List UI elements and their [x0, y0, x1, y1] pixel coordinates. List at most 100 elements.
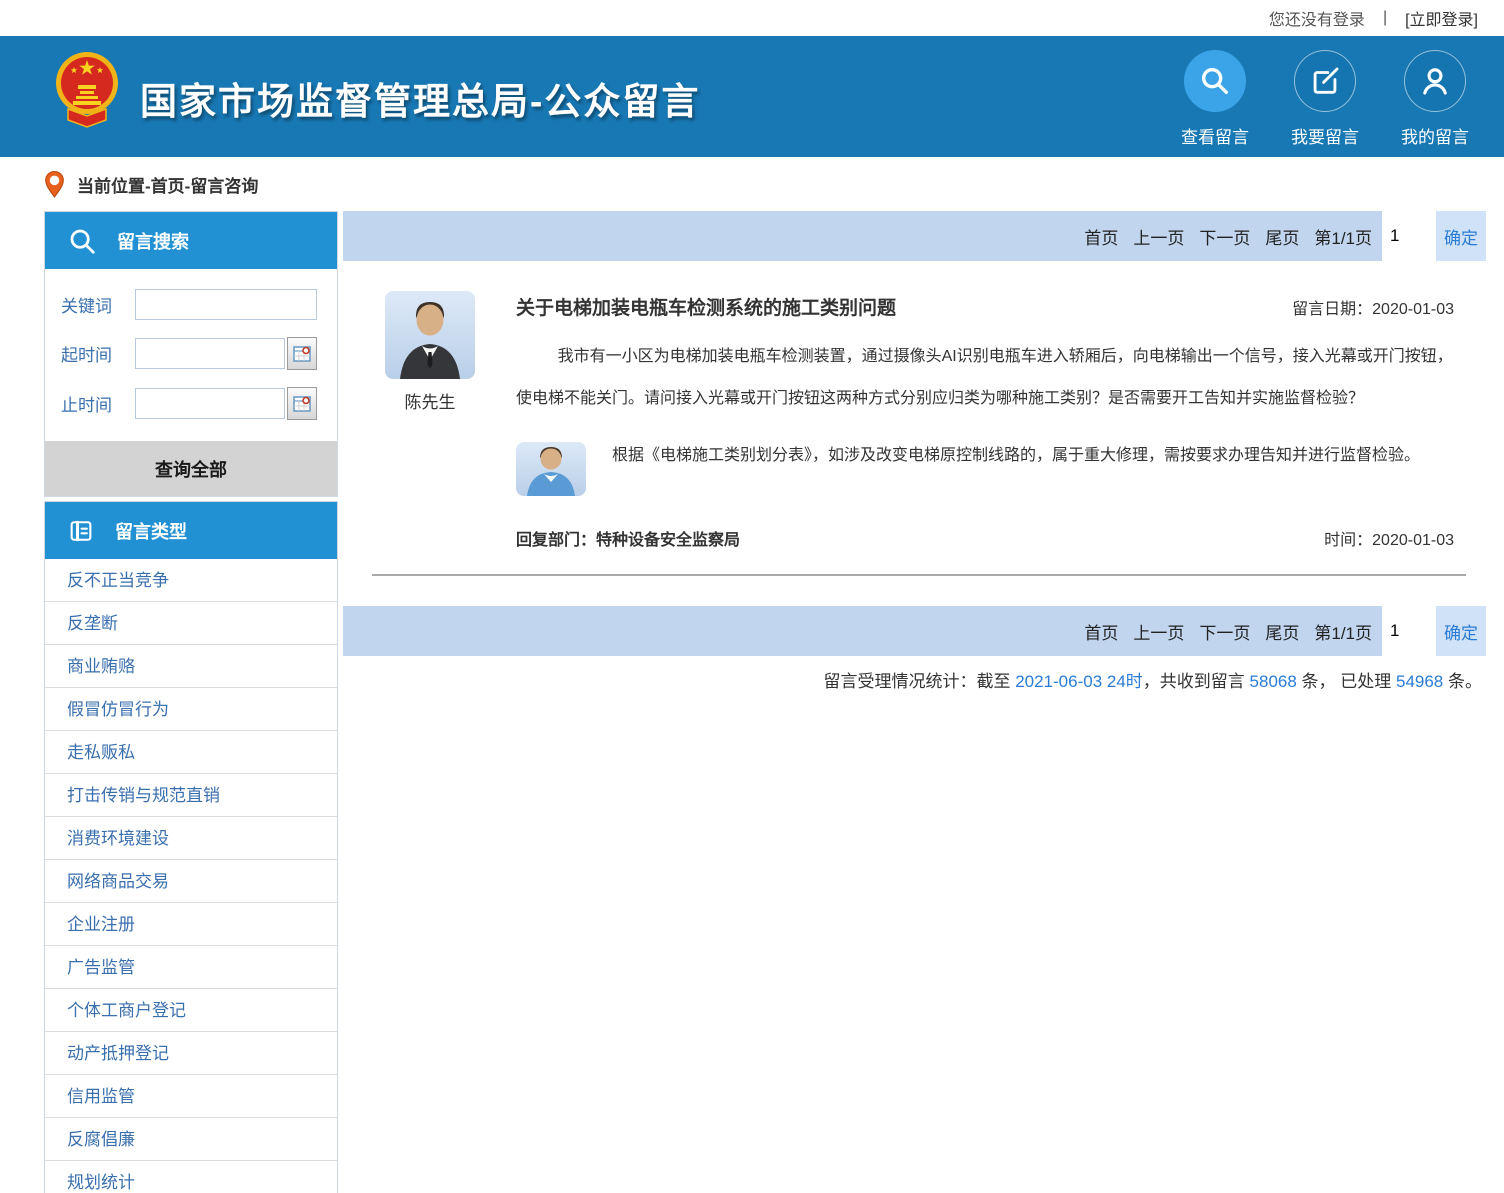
type-item[interactable]: 广告监管 — [45, 946, 337, 989]
national-emblem-logo — [54, 47, 120, 129]
calendar-icon — [292, 394, 312, 414]
nav-view-messages-label: 查看留言 — [1181, 123, 1249, 148]
reply-row: 根据《电梯施工类别划分表》，如涉及改变电梯原控制线路的，属于重大修理，需按要求办… — [516, 442, 1454, 496]
compose-icon — [1294, 50, 1356, 112]
stats-mid1: ，共收到留言 — [1143, 672, 1250, 691]
stats-processed-count: 54968 — [1396, 672, 1443, 691]
reply-department: 回复部门：特种设备安全监察局 — [516, 526, 740, 550]
type-item[interactable]: 企业注册 — [45, 903, 337, 946]
message-title-row: 关于电梯加装电瓶车检测系统的施工类别问题 留言日期：2020-01-03 — [516, 293, 1454, 320]
type-item[interactable]: 反垄断 — [45, 602, 337, 645]
start-time-label: 起时间 — [61, 341, 135, 366]
pagination-confirm-button[interactable]: 确定 — [1436, 211, 1486, 261]
top-login-bar: 您还没有登录 | [立即登录] — [0, 0, 1504, 36]
type-item[interactable]: 个体工商户登记 — [45, 989, 337, 1032]
search-form: 关键词 起时间 — [45, 269, 337, 441]
type-item[interactable]: 消费环境建设 — [45, 817, 337, 860]
author-name: 陈先生 — [372, 388, 488, 413]
user-icon — [1404, 50, 1466, 112]
query-all-button[interactable]: 查询全部 — [45, 441, 337, 496]
pagination-page-info: 第1/1页 — [1314, 224, 1372, 249]
end-time-input[interactable] — [135, 388, 285, 419]
login-now-link[interactable]: [立即登录] — [1405, 6, 1478, 30]
pagination-prev-link[interactable]: 上一页 — [1133, 224, 1184, 249]
message-main: 关于电梯加装电瓶车检测系统的施工类别问题 留言日期：2020-01-03 我市有… — [488, 291, 1466, 574]
page-number-input[interactable] — [1382, 606, 1426, 656]
header-nav: 查看留言 我要留言 我的留言 — [1182, 50, 1468, 148]
spacer — [343, 576, 1486, 606]
start-time-calendar-button[interactable] — [287, 337, 317, 370]
type-item[interactable]: 反不正当竞争 — [45, 559, 337, 602]
reply-avatar — [516, 442, 586, 496]
type-item[interactable]: 假冒仿冒行为 — [45, 688, 337, 731]
reply-department-value: 特种设备安全监察局 — [596, 532, 740, 549]
pagination-bottom: 首页 上一页 下一页 尾页 第1/1页 确定 — [343, 606, 1486, 656]
type-item[interactable]: 打击传销与规范直销 — [45, 774, 337, 817]
pagination-next-link[interactable]: 下一页 — [1199, 619, 1250, 644]
nav-my-messages[interactable]: 我的留言 — [1402, 50, 1468, 148]
message-title: 关于电梯加装电瓶车检测系统的施工类别问题 — [516, 293, 896, 320]
stats-deadline: 2021-06-03 24时 — [1015, 672, 1143, 691]
page-number-input[interactable] — [1382, 211, 1426, 261]
reply-time-label: 时间： — [1324, 532, 1372, 549]
message-types-title: 留言类型 — [115, 518, 187, 544]
pagination-confirm-button[interactable]: 确定 — [1436, 606, 1486, 656]
message-search-title: 留言搜索 — [117, 228, 189, 254]
search-icon — [67, 226, 97, 256]
author-avatar — [385, 291, 475, 379]
message-types-panel: 留言类型 反不正当竞争 反垄断 商业贿赂 假冒仿冒行为 走私贩私 打击传销与规范… — [44, 501, 338, 1193]
start-time-input[interactable] — [135, 338, 285, 369]
message-types-header: 留言类型 — [45, 502, 337, 559]
nav-view-messages[interactable]: 查看留言 — [1182, 50, 1248, 148]
message-body: 我市有一小区为电梯加装电瓶车检测装置，通过摄像头AI识别电瓶车进入轿厢后，向电梯… — [516, 336, 1454, 420]
site-header: 国家市场监督管理总局-公众留言 查看留言 我要留言 — [0, 36, 1504, 157]
stats-line: 留言受理情况统计：截至 2021-06-03 24时，共收到留言 58068 条… — [343, 667, 1486, 692]
reply-time: 时间：2020-01-03 — [1324, 526, 1454, 550]
end-time-calendar-button[interactable] — [287, 387, 317, 420]
reply-text: 根据《电梯施工类别划分表》，如涉及改变电梯原控制线路的，属于重大修理，需按要求办… — [612, 442, 1454, 496]
page-title: 国家市场监督管理总局-公众留言 — [140, 71, 700, 125]
reply-time-value: 2020-01-03 — [1372, 532, 1454, 549]
pagination-last-link[interactable]: 尾页 — [1265, 619, 1299, 644]
message-top: 陈先生 关于电梯加装电瓶车检测系统的施工类别问题 留言日期：2020-01-03… — [372, 291, 1466, 574]
pagination-first-link[interactable]: 首页 — [1084, 619, 1118, 644]
search-icon — [1184, 50, 1246, 112]
stats-received-count: 58068 — [1250, 672, 1297, 691]
type-item[interactable]: 网络商品交易 — [45, 860, 337, 903]
content-layout: 留言搜索 关键词 起时间 — [0, 211, 1504, 1193]
type-item[interactable]: 信用监管 — [45, 1075, 337, 1118]
type-item[interactable]: 规划统计 — [45, 1161, 337, 1193]
keyword-row: 关键词 — [61, 289, 317, 320]
message-date-label: 留言日期： — [1292, 301, 1372, 318]
login-status-text: 您还没有登录 — [1269, 6, 1365, 30]
sidebar: 留言搜索 关键词 起时间 — [44, 211, 338, 1193]
type-item[interactable]: 反腐倡廉 — [45, 1118, 337, 1161]
nav-my-messages-label: 我的留言 — [1401, 123, 1469, 148]
nav-post-message[interactable]: 我要留言 — [1292, 50, 1358, 148]
pagination-prev-link[interactable]: 上一页 — [1133, 619, 1184, 644]
reply-meta-row: 回复部门：特种设备安全监察局 时间：2020-01-03 — [516, 526, 1454, 574]
type-item[interactable]: 商业贿赂 — [45, 645, 337, 688]
pagination-next-link[interactable]: 下一页 — [1199, 224, 1250, 249]
breadcrumb: 当前位置-首页-留言咨询 — [0, 157, 1504, 211]
stats-mid2: 条， 已处理 — [1297, 672, 1396, 691]
start-time-row: 起时间 — [61, 337, 317, 370]
location-pin-icon — [44, 171, 65, 198]
type-item[interactable]: 动产抵押登记 — [45, 1032, 337, 1075]
message-search-header: 留言搜索 — [45, 212, 337, 269]
pagination-links: 首页 上一页 下一页 尾页 第1/1页 — [343, 211, 1382, 261]
message-search-panel: 留言搜索 关键词 起时间 — [44, 211, 338, 497]
pagination-gap — [1426, 211, 1436, 261]
pagination-page-info: 第1/1页 — [1314, 619, 1372, 644]
breadcrumb-text: 当前位置-首页-留言咨询 — [77, 172, 258, 197]
pagination-top: 首页 上一页 下一页 尾页 第1/1页 确定 — [343, 211, 1486, 261]
main-content: 首页 上一页 下一页 尾页 第1/1页 确定 — [343, 211, 1486, 692]
message-date: 留言日期：2020-01-03 — [1292, 295, 1454, 319]
keyword-input[interactable] — [135, 289, 317, 320]
pagination-last-link[interactable]: 尾页 — [1265, 224, 1299, 249]
pagination-gap — [1426, 606, 1436, 656]
pagination-links: 首页 上一页 下一页 尾页 第1/1页 — [343, 606, 1382, 656]
pagination-first-link[interactable]: 首页 — [1084, 224, 1118, 249]
list-card-icon — [67, 517, 95, 545]
type-item[interactable]: 走私贩私 — [45, 731, 337, 774]
